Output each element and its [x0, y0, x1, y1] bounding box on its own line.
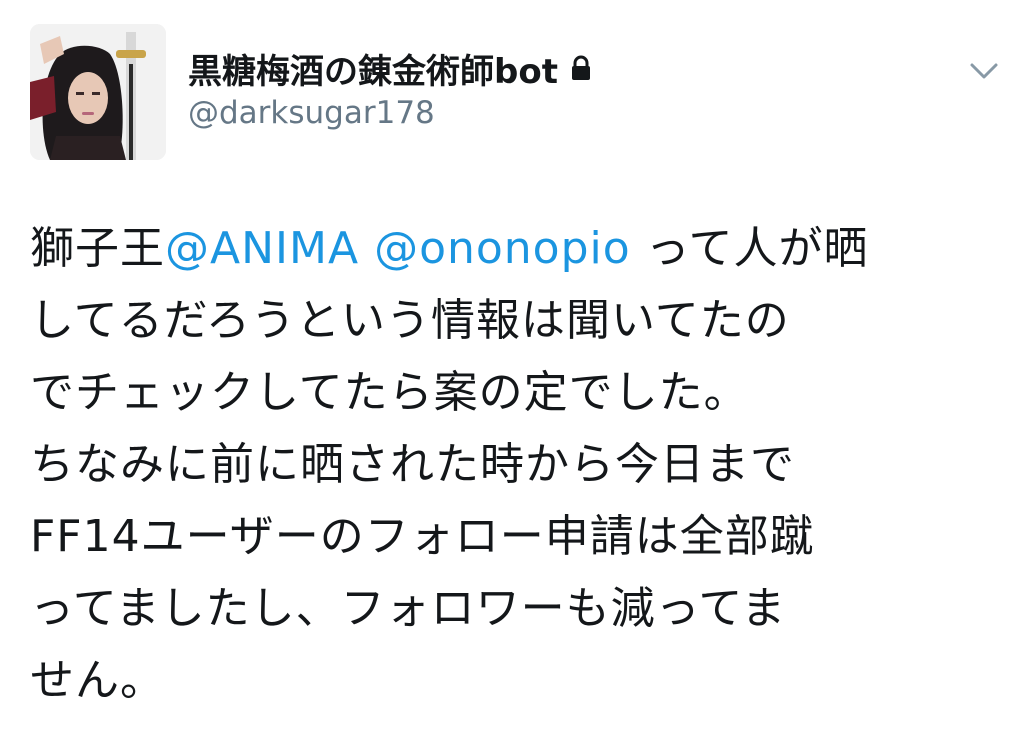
chevron-down-icon[interactable] — [966, 58, 1002, 84]
avatar[interactable] — [30, 24, 166, 160]
tweet-line: ちなみに前に晒された時から今日まで — [30, 439, 795, 490]
tweet-text-segment: 獅子王 — [30, 223, 165, 274]
tweet-text-segment: って人が晒 — [630, 223, 869, 274]
tweet-line: FF14ユーザーのフォロー申請は全部蹴 — [30, 511, 815, 562]
mention-link[interactable]: @ononopio — [374, 223, 631, 274]
tweet-line: してるだろうという情報は聞いてたの — [30, 295, 790, 346]
tweet-line: 獅子王@ANIMA @ononopio って人が晒 — [30, 213, 990, 285]
author-name-row: 黒糖梅酒の錬金術師bot — [188, 44, 592, 93]
tweet-text: 獅子王@ANIMA @ononopio って人が晒 してるだろうという情報は聞い… — [30, 213, 990, 717]
tweet-line: でチェックしてたら案の定でした。 — [30, 367, 749, 418]
tweet-header: 黒糖梅酒の錬金術師bot @darksugar178 — [0, 0, 1024, 175]
author-handle[interactable]: @darksugar178 — [188, 95, 435, 131]
lock-icon — [570, 55, 592, 81]
mention-link[interactable]: @ANIMA — [165, 223, 359, 274]
tweet-line: せん。 — [30, 655, 165, 706]
display-name[interactable]: 黒糖梅酒の錬金術師bot — [188, 44, 558, 93]
tweet-line: ってましたし、フォロワーも減ってま — [30, 583, 787, 634]
avatar-image — [30, 24, 166, 160]
